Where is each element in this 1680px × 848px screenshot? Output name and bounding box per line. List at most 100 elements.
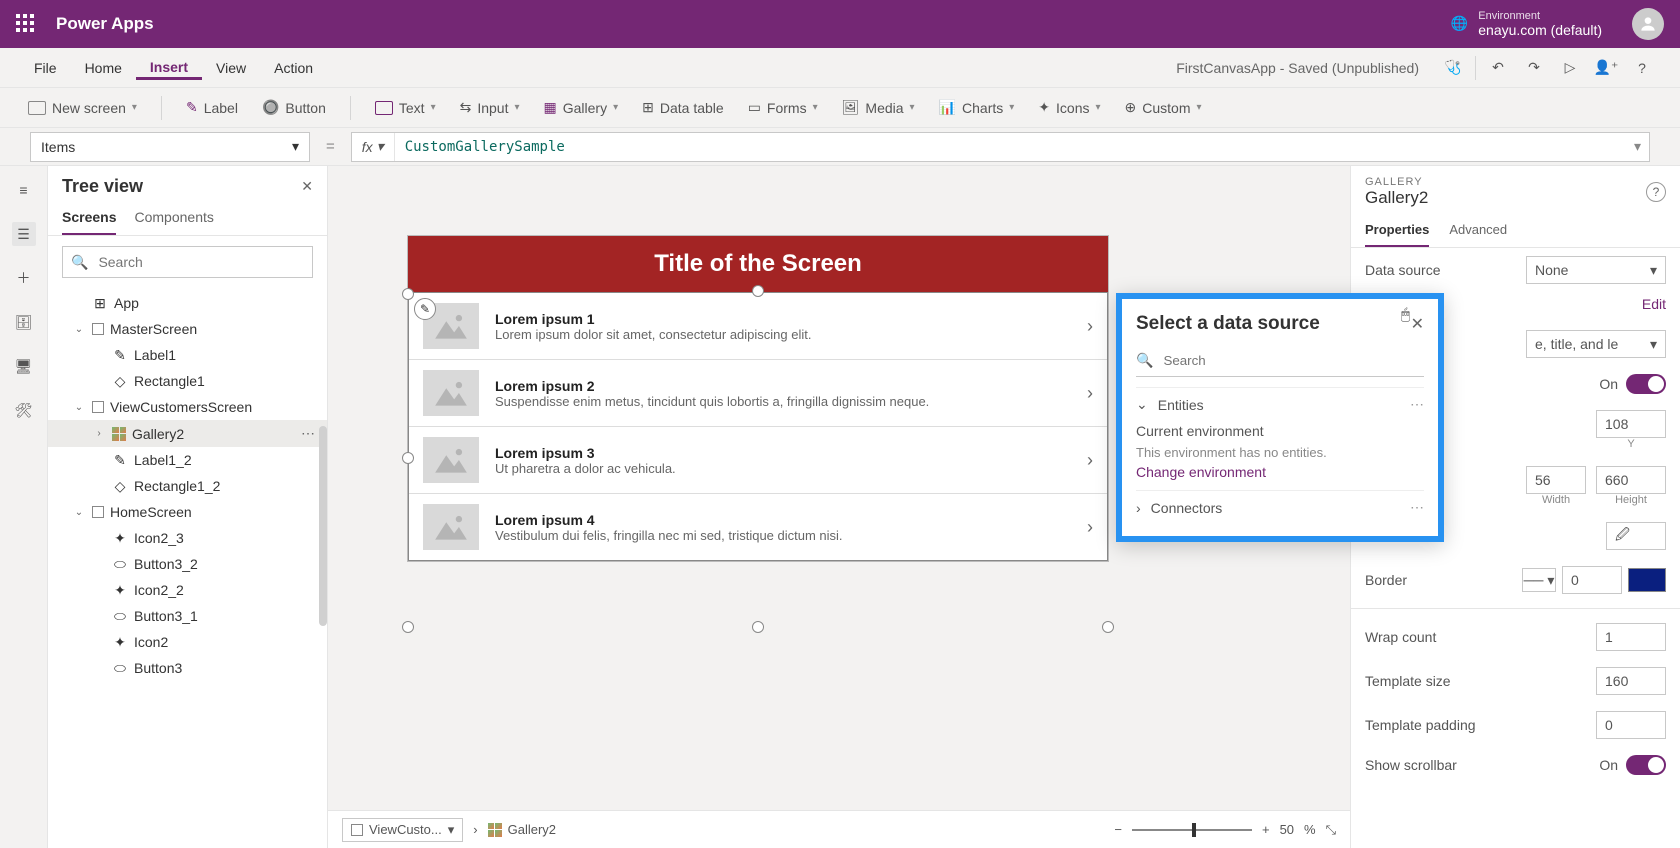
template-padding-input[interactable]: 0 <box>1596 711 1666 739</box>
border-color-swatch[interactable] <box>1628 568 1666 592</box>
tree-item-icon23[interactable]: ✦Icon2_3 <box>48 525 327 551</box>
breadcrumb-control[interactable]: Gallery2 <box>488 822 556 837</box>
width-input[interactable]: 56 <box>1526 466 1586 494</box>
insert-button[interactable]: 🔘Button <box>254 95 334 120</box>
menu-insert[interactable]: Insert <box>136 55 202 80</box>
border-width-input[interactable]: 0 <box>1562 566 1622 594</box>
zoom-in-icon[interactable]: + <box>1262 822 1270 837</box>
close-icon[interactable]: ✕ <box>1411 314 1424 334</box>
insert-charts[interactable]: 📊Charts▾ <box>931 95 1023 120</box>
resize-handle[interactable] <box>752 621 764 633</box>
tree-view-icon[interactable]: ☰ <box>12 222 36 246</box>
tree-item-btn3[interactable]: ⬭Button3 <box>48 655 327 681</box>
environment-picker[interactable]: 🌐 Environment enayu.com (default) <box>1451 10 1602 39</box>
border-style-dropdown[interactable]: ── ▾ <box>1522 568 1556 592</box>
insert-media[interactable]: 🖼Media▾ <box>834 95 923 120</box>
user-avatar[interactable] <box>1632 8 1664 40</box>
menu-home[interactable]: Home <box>71 56 136 80</box>
section-connectors[interactable]: › Connectors ⋯ <box>1136 490 1424 524</box>
gallery-row[interactable]: Lorem ipsum 4Vestibulum dui felis, fring… <box>409 494 1107 560</box>
help-icon[interactable]: ? <box>1624 54 1660 82</box>
layout-dropdown[interactable]: e, title, and le▾ <box>1526 330 1666 358</box>
insert-label[interactable]: ✎Label <box>178 95 246 120</box>
gallery-row[interactable]: Lorem ipsum 3Ut pharetra a dolor ac vehi… <box>409 427 1107 494</box>
insert-gallery[interactable]: ▦Gallery▾ <box>536 95 627 120</box>
tab-screens[interactable]: Screens <box>62 203 116 235</box>
menu-view[interactable]: View <box>202 56 260 80</box>
formula-expand-icon[interactable]: ▾ <box>1626 138 1649 155</box>
resize-handle[interactable] <box>1102 621 1114 633</box>
undo-icon[interactable]: ↶ <box>1480 54 1516 82</box>
menu-file[interactable]: File <box>20 56 71 80</box>
tree-item-btn31[interactable]: ⬭Button3_1 <box>48 603 327 629</box>
tree-item-rect1[interactable]: ◇Rectangle1 <box>48 368 327 394</box>
tab-advanced[interactable]: Advanced <box>1449 216 1507 247</box>
app-checker-icon[interactable]: 🩺 <box>1435 54 1471 82</box>
tree-item-rect12[interactable]: ◇Rectangle1_2 <box>48 473 327 499</box>
menu-action[interactable]: Action <box>260 56 327 80</box>
resize-handle[interactable] <box>402 288 414 300</box>
property-selector[interactable]: Items ▾ <box>30 132 310 162</box>
insert-new-screen[interactable]: New screen▾ <box>20 96 145 120</box>
tree-scrollbar[interactable] <box>319 426 327 626</box>
tree-item-home[interactable]: ⌄HomeScreen <box>48 499 327 525</box>
wrap-count-input[interactable]: 1 <box>1596 623 1666 651</box>
insert-input[interactable]: ⇆Input▾ <box>452 95 528 120</box>
insert-data-table[interactable]: ⊞Data table <box>634 95 732 120</box>
visible-toggle[interactable] <box>1626 374 1666 394</box>
gallery-control[interactable]: Lorem ipsum 1Lorem ipsum dolor sit amet,… <box>408 292 1108 561</box>
zoom-slider[interactable] <box>1132 829 1252 831</box>
tab-components[interactable]: Components <box>134 203 213 235</box>
gallery-row[interactable]: Lorem ipsum 1Lorem ipsum dolor sit amet,… <box>409 293 1107 360</box>
fx-label[interactable]: fx▾ <box>352 133 395 161</box>
tree-item-gallery2[interactable]: ›Gallery2⋯ <box>48 420 327 447</box>
resize-handle[interactable] <box>752 285 764 297</box>
y-input[interactable]: 108 <box>1596 410 1666 438</box>
insert-icons[interactable]: ✦Icons▾ <box>1030 95 1108 120</box>
tree-item-icon2[interactable]: ✦Icon2 <box>48 629 327 655</box>
app-launcher-icon[interactable] <box>16 14 36 34</box>
tree-item-btn32[interactable]: ⬭Button3_2 <box>48 551 327 577</box>
media-rail-icon[interactable]: 🖥 <box>12 354 36 378</box>
picker-search-input[interactable]: 🔍 <box>1136 345 1424 377</box>
control-name[interactable]: Gallery2 <box>1365 188 1666 208</box>
add-icon[interactable]: ＋ <box>12 266 36 290</box>
help-icon[interactable]: ? <box>1646 182 1666 202</box>
change-environment-link[interactable]: Change environment <box>1136 460 1424 480</box>
canvas-screen[interactable]: Title of the Screen Lorem ipsum 1Lorem i… <box>408 236 1108 561</box>
resize-handle[interactable] <box>402 452 414 464</box>
more-icon[interactable]: ⋯ <box>1410 396 1424 413</box>
more-icon[interactable]: ⋯ <box>301 425 317 442</box>
insert-custom[interactable]: ⊕Custom▾ <box>1117 95 1210 120</box>
redo-icon[interactable]: ↷ <box>1516 54 1552 82</box>
edit-pencil-icon[interactable]: ✎ <box>414 298 436 320</box>
insert-forms[interactable]: ▭Forms▾ <box>740 95 826 120</box>
breadcrumb-screen[interactable]: ViewCusto... ▾ <box>342 818 463 842</box>
color-picker[interactable]: 🖉 <box>1606 522 1666 550</box>
height-input[interactable]: 660 <box>1596 466 1666 494</box>
formula-input[interactable]: CustomGallerySample <box>395 139 575 155</box>
resize-handle[interactable] <box>402 621 414 633</box>
hamburger-icon[interactable]: ≡ <box>12 178 36 202</box>
show-scrollbar-toggle[interactable] <box>1626 755 1666 775</box>
datasource-dropdown[interactable]: None▾ <box>1526 256 1666 284</box>
tree-item-icon22[interactable]: ✦Icon2_2 <box>48 577 327 603</box>
template-size-input[interactable]: 160 <box>1596 667 1666 695</box>
share-icon[interactable]: 👤⁺ <box>1588 54 1624 82</box>
section-entities[interactable]: ⌄ Entities ⋯ <box>1136 387 1424 421</box>
tree-search-input[interactable]: 🔍 <box>62 246 313 278</box>
zoom-out-icon[interactable]: − <box>1114 822 1122 837</box>
tree-item-app[interactable]: ⊞App <box>48 290 327 316</box>
tree-item-label1[interactable]: ✎Label1 <box>48 342 327 368</box>
tree-item-label12[interactable]: ✎Label1_2 <box>48 447 327 473</box>
tree-item-master[interactable]: ⌄MasterScreen <box>48 316 327 342</box>
more-icon[interactable]: ⋯ <box>1410 499 1424 516</box>
play-icon[interactable]: ▷ <box>1552 54 1588 82</box>
fit-to-window-icon[interactable]: ⤡ <box>1326 822 1336 838</box>
tree-item-view[interactable]: ⌄ViewCustomersScreen <box>48 394 327 420</box>
close-icon[interactable]: ✕ <box>301 178 313 195</box>
advanced-tools-icon[interactable]: 🛠 <box>12 398 36 422</box>
gallery-row[interactable]: Lorem ipsum 2Suspendisse enim metus, tin… <box>409 360 1107 427</box>
tab-properties[interactable]: Properties <box>1365 216 1429 247</box>
insert-text[interactable]: Text▾ <box>367 96 444 120</box>
